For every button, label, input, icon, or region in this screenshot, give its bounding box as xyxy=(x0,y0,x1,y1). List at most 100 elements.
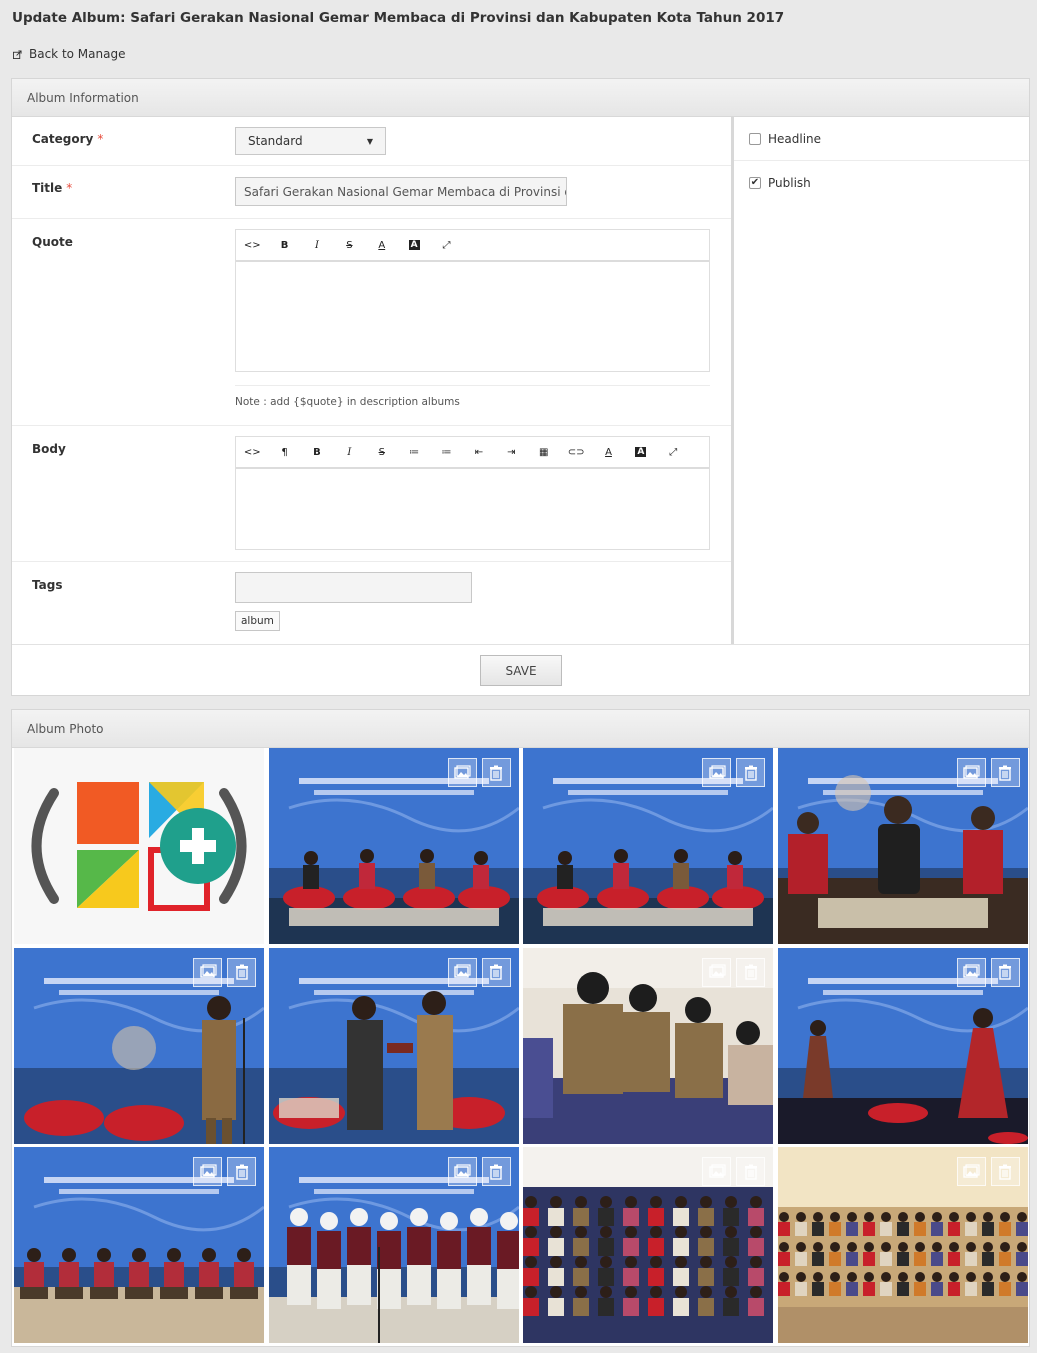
delete-trash-icon[interactable] xyxy=(736,758,765,787)
album-photo-tile[interactable] xyxy=(523,748,773,944)
body-background-color-button[interactable]: A xyxy=(625,436,657,468)
body-italic-button[interactable]: I xyxy=(333,436,365,468)
photo-actions xyxy=(702,1157,765,1186)
album-photo-tile[interactable] xyxy=(777,748,1028,944)
quote-italic-button[interactable]: I xyxy=(301,229,333,261)
quote-strikethrough-button[interactable]: S xyxy=(333,229,365,261)
delete-trash-icon[interactable] xyxy=(990,1157,1020,1186)
quote-font-color-button[interactable]: A xyxy=(366,229,398,261)
headline-option[interactable]: Headline xyxy=(734,117,1029,161)
album-photo-tile[interactable] xyxy=(777,947,1028,1144)
form-footer: SAVE xyxy=(12,644,1029,695)
body-editor: <> ¶ B I S ≔ ≔ ⇤ ⇥ ▦ ⊂⊃ A A ⤢ xyxy=(235,436,710,550)
tags-row: Tags album xyxy=(12,562,731,644)
headline-label: Headline xyxy=(768,131,822,146)
set-cover-image-icon[interactable] xyxy=(702,957,731,987)
save-button[interactable]: SAVE xyxy=(480,655,562,686)
headline-checkbox[interactable] xyxy=(749,132,761,145)
set-cover-image-icon[interactable] xyxy=(193,1157,222,1186)
publish-checkbox[interactable]: ✔ xyxy=(749,177,761,189)
body-ordered-list-button[interactable]: ≔ xyxy=(430,436,462,468)
album-photo-tile[interactable] xyxy=(777,1147,1028,1343)
photo-actions xyxy=(956,1157,1020,1186)
body-fullscreen-button[interactable]: ⤢ xyxy=(657,436,689,468)
title-label: Title * xyxy=(32,181,73,195)
quote-editor: <> B I S A A ⤢ xyxy=(235,229,710,372)
set-cover-image-icon[interactable] xyxy=(193,957,222,987)
body-outdent-button[interactable]: ⇤ xyxy=(463,436,495,468)
set-cover-image-icon[interactable] xyxy=(447,758,477,787)
body-paragraph-button[interactable]: ¶ xyxy=(268,436,300,468)
delete-trash-icon[interactable] xyxy=(481,957,511,987)
photo-actions xyxy=(956,758,1020,787)
quote-fullscreen-button[interactable]: ⤢ xyxy=(430,229,462,261)
quote-bold-button[interactable]: B xyxy=(268,229,300,261)
body-bold-button[interactable]: B xyxy=(301,436,333,468)
album-photo-tile[interactable] xyxy=(523,947,773,1144)
body-font-color-button[interactable]: A xyxy=(592,436,624,468)
quote-row: Quote <> B I S A A ⤢ Note : add {$quote} in de… xyxy=(12,219,731,426)
photo-actions xyxy=(702,758,765,787)
body-code-view-button[interactable]: <> xyxy=(236,436,268,468)
quote-label: Quote xyxy=(32,235,73,249)
album-photo-tile[interactable] xyxy=(523,1147,773,1343)
body-table-button[interactable]: ▦ xyxy=(528,436,560,468)
photo-actions xyxy=(193,1157,256,1186)
quote-text-area[interactable] xyxy=(236,262,709,370)
category-select[interactable]: Standard ▼ xyxy=(235,127,386,155)
album-photo-tile[interactable] xyxy=(268,748,519,944)
photo-actions xyxy=(956,957,1020,987)
quote-toolbar: <> B I S A A ⤢ xyxy=(236,230,709,262)
delete-trash-icon[interactable] xyxy=(736,957,765,987)
body-unordered-list-button[interactable]: ≔ xyxy=(398,436,430,468)
body-label: Body xyxy=(32,442,66,456)
album-information-panel: Album Information Category * Standard ▼ T… xyxy=(11,78,1030,696)
delete-trash-icon[interactable] xyxy=(481,1157,511,1186)
album-options: Headline ✔ Publish xyxy=(731,117,1029,644)
set-cover-image-icon[interactable] xyxy=(702,1157,731,1186)
tags-input[interactable] xyxy=(235,572,472,603)
delete-trash-icon[interactable] xyxy=(990,957,1020,987)
title-input[interactable]: Safari Gerakan Nasional Gemar Membaca di… xyxy=(235,177,567,206)
set-cover-image-icon[interactable] xyxy=(956,957,986,987)
quote-code-view-button[interactable]: <> xyxy=(236,229,268,261)
set-cover-image-icon[interactable] xyxy=(702,758,731,787)
set-cover-image-icon[interactable] xyxy=(447,957,477,987)
set-cover-image-icon[interactable] xyxy=(956,758,986,787)
title-row: Title * Safari Gerakan Nasional Gemar Mem… xyxy=(12,166,731,219)
body-toolbar: <> ¶ B I S ≔ ≔ ⇤ ⇥ ▦ ⊂⊃ A A ⤢ xyxy=(236,437,709,469)
delete-trash-icon[interactable] xyxy=(481,758,511,787)
body-indent-button[interactable]: ⇥ xyxy=(495,436,527,468)
body-text-area[interactable] xyxy=(236,469,709,548)
album-photo-tile[interactable] xyxy=(14,947,264,1144)
category-row: Category * Standard ▼ xyxy=(12,117,731,166)
caret-down-icon: ▼ xyxy=(366,136,373,146)
page-title: Update Album: Safari Gerakan Nasional Ge… xyxy=(12,10,785,26)
set-cover-image-icon[interactable] xyxy=(956,1157,986,1186)
delete-trash-icon[interactable] xyxy=(736,1157,765,1186)
category-value: Standard xyxy=(248,134,303,148)
set-cover-image-icon[interactable] xyxy=(447,1157,477,1186)
back-to-manage-link[interactable]: Back to Manage xyxy=(13,47,125,61)
album-photo-header: Album Photo xyxy=(12,710,1029,748)
publish-option[interactable]: ✔ Publish xyxy=(734,161,1029,205)
delete-trash-icon[interactable] xyxy=(227,957,256,987)
add-photo-tile[interactable] xyxy=(14,748,264,944)
body-link-button[interactable]: ⊂⊃ xyxy=(560,436,592,468)
tag-chip-album[interactable]: album xyxy=(235,611,280,631)
delete-trash-icon[interactable] xyxy=(990,758,1020,787)
quote-background-color-button[interactable]: A xyxy=(398,229,430,261)
album-photo-tile[interactable] xyxy=(268,1147,519,1343)
delete-trash-icon[interactable] xyxy=(227,1157,256,1186)
back-link-label: Back to Manage xyxy=(29,47,126,61)
body-strikethrough-button[interactable]: S xyxy=(366,436,398,468)
photo-actions xyxy=(447,758,511,787)
body-row: Body <> ¶ B I S ≔ ≔ ⇤ ⇥ ▦ ⊂⊃ A A ⤢ xyxy=(12,426,731,562)
album-photo-tile[interactable] xyxy=(14,1147,264,1343)
external-link-icon xyxy=(13,49,22,59)
add-photo-icon[interactable] xyxy=(14,748,264,944)
album-information-header: Album Information xyxy=(12,79,1029,117)
album-photo-tile[interactable] xyxy=(268,947,519,1144)
publish-label: Publish xyxy=(768,176,811,190)
category-label: Category * xyxy=(32,132,104,146)
